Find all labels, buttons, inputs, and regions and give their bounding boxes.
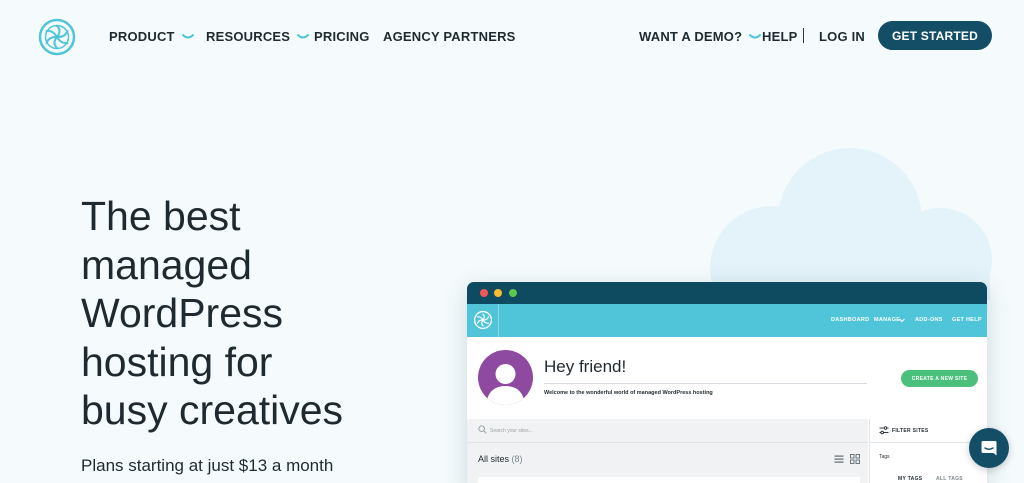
window-close-dot	[480, 289, 488, 297]
hero-subline: Plans starting at just $13 a month	[81, 456, 334, 475]
site-search-bar[interactable]: Search your sites...	[467, 419, 868, 443]
site-card[interactable]	[478, 477, 860, 483]
grid-view-icon[interactable]	[850, 454, 860, 464]
nav-product[interactable]: PRODUCT	[109, 29, 194, 44]
chat-launcher-button[interactable]	[969, 428, 1009, 468]
hero-headline-line: hosting for	[81, 338, 273, 385]
cloud-illustration	[710, 148, 992, 300]
chevron-down-icon	[181, 33, 194, 38]
nav-help-label: HELP	[762, 29, 798, 44]
nav-pricing-label: PRICING	[314, 29, 370, 44]
dashboard-preview: DASHBOARD MANAGE ADD-ONS GET HELP Hey fr…	[467, 282, 987, 483]
flywheel-logo-icon[interactable]	[38, 18, 76, 56]
profile-section: Hey friend! Welcome to the wonderful wor…	[467, 337, 987, 419]
all-sites-heading: All sites (8)	[478, 454, 523, 464]
app-nav-get-help[interactable]: GET HELP	[952, 317, 982, 323]
chevron-down-icon	[297, 33, 310, 38]
hero-headline: The best managed WordPress hosting for b…	[81, 192, 411, 435]
search-icon	[478, 425, 487, 434]
list-view-icon[interactable]	[834, 454, 844, 464]
nav-agency-partners[interactable]: AGENCY PARTNERS	[383, 29, 516, 44]
nav-log-in-label: LOG IN	[819, 29, 865, 44]
nav-agency-partners-label: AGENCY PARTNERS	[383, 29, 516, 44]
nav-want-a-demo-label: WANT A DEMO?	[639, 29, 743, 44]
filter-sites-label: FILTER SITES	[892, 428, 929, 434]
tags-label: Tags	[879, 454, 890, 460]
nav-resources[interactable]: RESOURCES	[206, 29, 310, 44]
greeting-heading: Hey friend!	[544, 357, 627, 376]
app-nav-manage[interactable]: MANAGE	[874, 317, 900, 323]
app-nav-dashboard[interactable]: DASHBOARD	[831, 317, 869, 323]
hero-headline-line: WordPress	[81, 290, 284, 336]
welcome-text: Welcome to the wonderful world of manage…	[544, 390, 713, 396]
window-minimize-dot	[494, 289, 502, 297]
nav-resources-label: RESOURCES	[206, 29, 291, 44]
nav-want-a-demo[interactable]: WANT A DEMO?	[639, 29, 762, 44]
all-sites-count: (8)	[511, 454, 523, 464]
nav-product-label: PRODUCT	[109, 29, 175, 44]
window-titlebar	[467, 282, 987, 304]
nav-pricing[interactable]: PRICING	[314, 29, 370, 44]
hero-headline-line: The best	[81, 193, 241, 239]
sites-list-area: Search your sites... All sites (8)	[467, 419, 868, 483]
filter-sites-header[interactable]: FILTER SITES	[870, 419, 987, 443]
create-new-site-button[interactable]: CREATE A NEW SITE	[901, 370, 978, 387]
filter-icon	[879, 426, 889, 435]
chevron-down-icon	[749, 33, 762, 38]
user-silhouette-icon	[486, 364, 525, 405]
site-search-placeholder: Search your sites...	[490, 428, 533, 434]
hero-headline-line: busy creatives	[81, 387, 344, 433]
hero-headline-line: managed	[81, 241, 252, 288]
all-sites-label: All sites	[478, 454, 510, 464]
nav-help[interactable]: HELP	[762, 29, 797, 44]
app-logo-divider	[498, 304, 499, 337]
app-nav-add-ons[interactable]: ADD-ONS	[915, 317, 943, 323]
tab-all-tags[interactable]: ALL TAGS	[936, 476, 963, 482]
avatar	[478, 350, 533, 405]
window-maximize-dot	[509, 289, 517, 297]
tab-my-tags[interactable]: MY TAGS	[898, 476, 922, 482]
nav-log-in[interactable]: LOG IN	[819, 29, 865, 44]
get-started-button[interactable]: GET STARTED	[878, 21, 992, 50]
chevron-down-icon	[899, 318, 905, 323]
greeting-divider	[544, 383, 867, 384]
app-header-bar: DASHBOARD MANAGE ADD-ONS GET HELP	[467, 304, 987, 337]
chat-bubble-icon	[981, 441, 997, 456]
top-navigation: PRODUCT RESOURCES PRICING AGENCY PARTNER…	[0, 0, 1024, 72]
flywheel-logo-icon[interactable]	[473, 310, 493, 330]
nav-divider	[803, 28, 804, 43]
